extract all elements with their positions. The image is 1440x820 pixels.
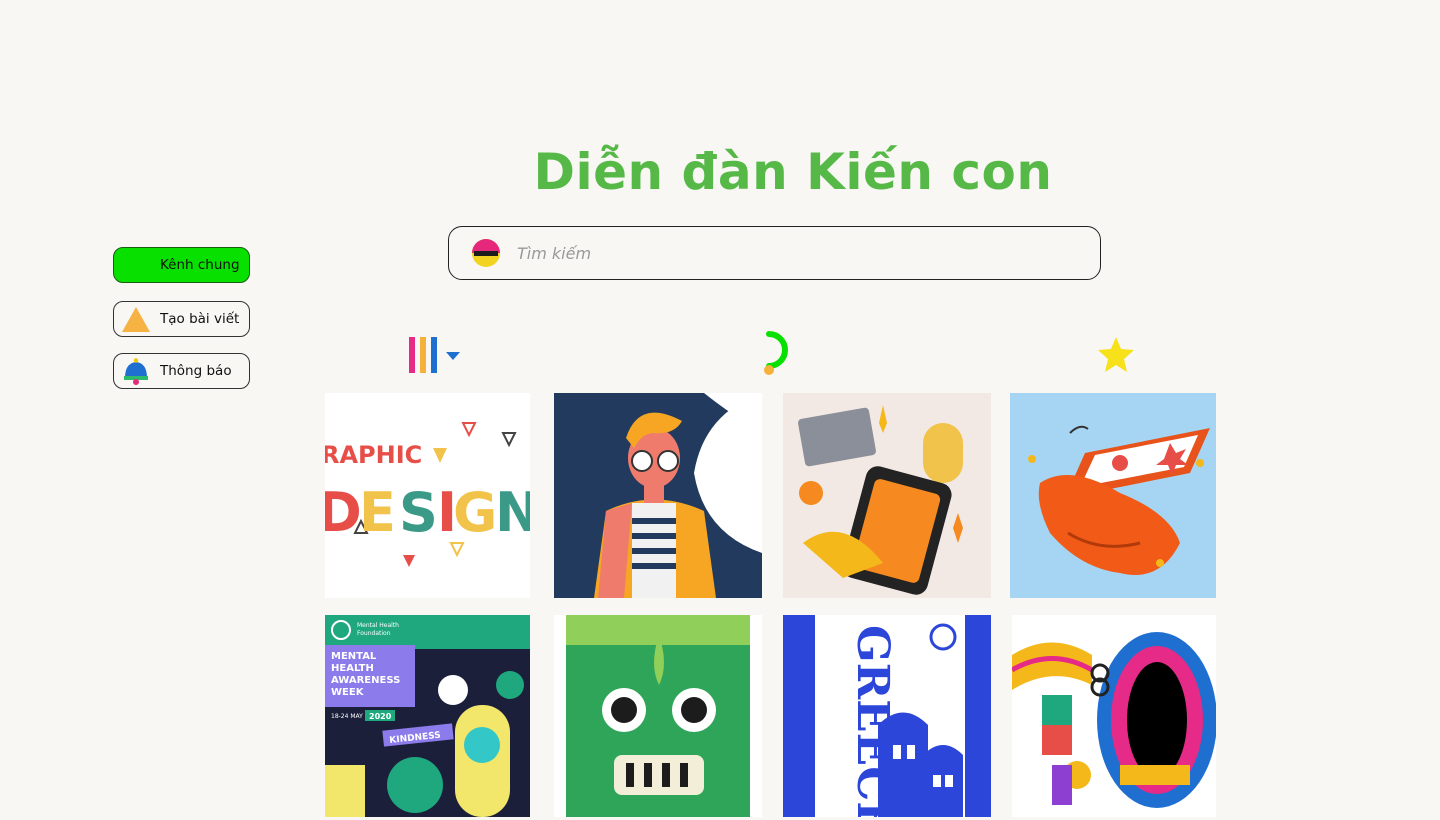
bars-filter-icon[interactable]	[406, 335, 462, 375]
svg-text:E: E	[359, 481, 396, 544]
sidebar-item-label: Tạo bài viết	[160, 311, 240, 327]
svg-text:RAPHIC: RAPHIC	[325, 441, 422, 469]
svg-text:Foundation: Foundation	[357, 630, 391, 637]
svg-text:S: S	[399, 481, 438, 544]
svg-text:G: G	[453, 481, 497, 544]
sidebar-item-notifications[interactable]: Thông báo	[113, 353, 250, 389]
sidebar-item-label: Kênh chung	[160, 257, 240, 273]
triangle-icon	[122, 307, 150, 332]
gallery-item-graphic-design[interactable]: RAPHIC D E S I G N	[325, 393, 530, 598]
gallery-item-colorful-eight[interactable]	[1012, 615, 1216, 817]
search-bar[interactable]	[448, 226, 1101, 280]
svg-text:MENTAL: MENTAL	[331, 651, 377, 662]
svg-text:AWARENESS: AWARENESS	[331, 675, 400, 686]
gallery-item-fashion-man[interactable]	[554, 393, 762, 598]
gallery-item-tablet-art[interactable]	[783, 393, 991, 598]
gallery-item-mental-health[interactable]: Mental Health Foundation MENTAL HEALTH AW…	[325, 615, 530, 817]
search-icon	[472, 239, 500, 267]
svg-text:2020: 2020	[369, 712, 392, 721]
gallery-item-greece[interactable]: GREECE	[783, 615, 991, 817]
search-input[interactable]	[515, 242, 1039, 264]
channel-icon	[125, 256, 147, 274]
loading-refresh-icon[interactable]	[755, 330, 795, 378]
svg-text:18-24 MAY: 18-24 MAY	[331, 713, 363, 720]
gallery-item-green-mask[interactable]	[554, 615, 762, 817]
bell-icon	[124, 358, 148, 385]
star-icon[interactable]	[1096, 335, 1136, 375]
page-title: Diễn đàn Kiến con	[533, 143, 1053, 201]
sidebar-item-channel[interactable]: Kênh chung	[113, 247, 250, 283]
svg-text:HEALTH: HEALTH	[331, 663, 374, 674]
sidebar-item-label: Thông báo	[160, 363, 232, 379]
svg-text:Mental Health: Mental Health	[357, 622, 399, 629]
sidebar-item-create-post[interactable]: Tạo bài viết	[113, 301, 250, 337]
svg-text:WEEK: WEEK	[331, 687, 365, 698]
svg-text:D: D	[325, 481, 362, 544]
svg-text:N: N	[495, 481, 530, 544]
gallery-item-hand-laptop[interactable]	[1010, 393, 1216, 598]
